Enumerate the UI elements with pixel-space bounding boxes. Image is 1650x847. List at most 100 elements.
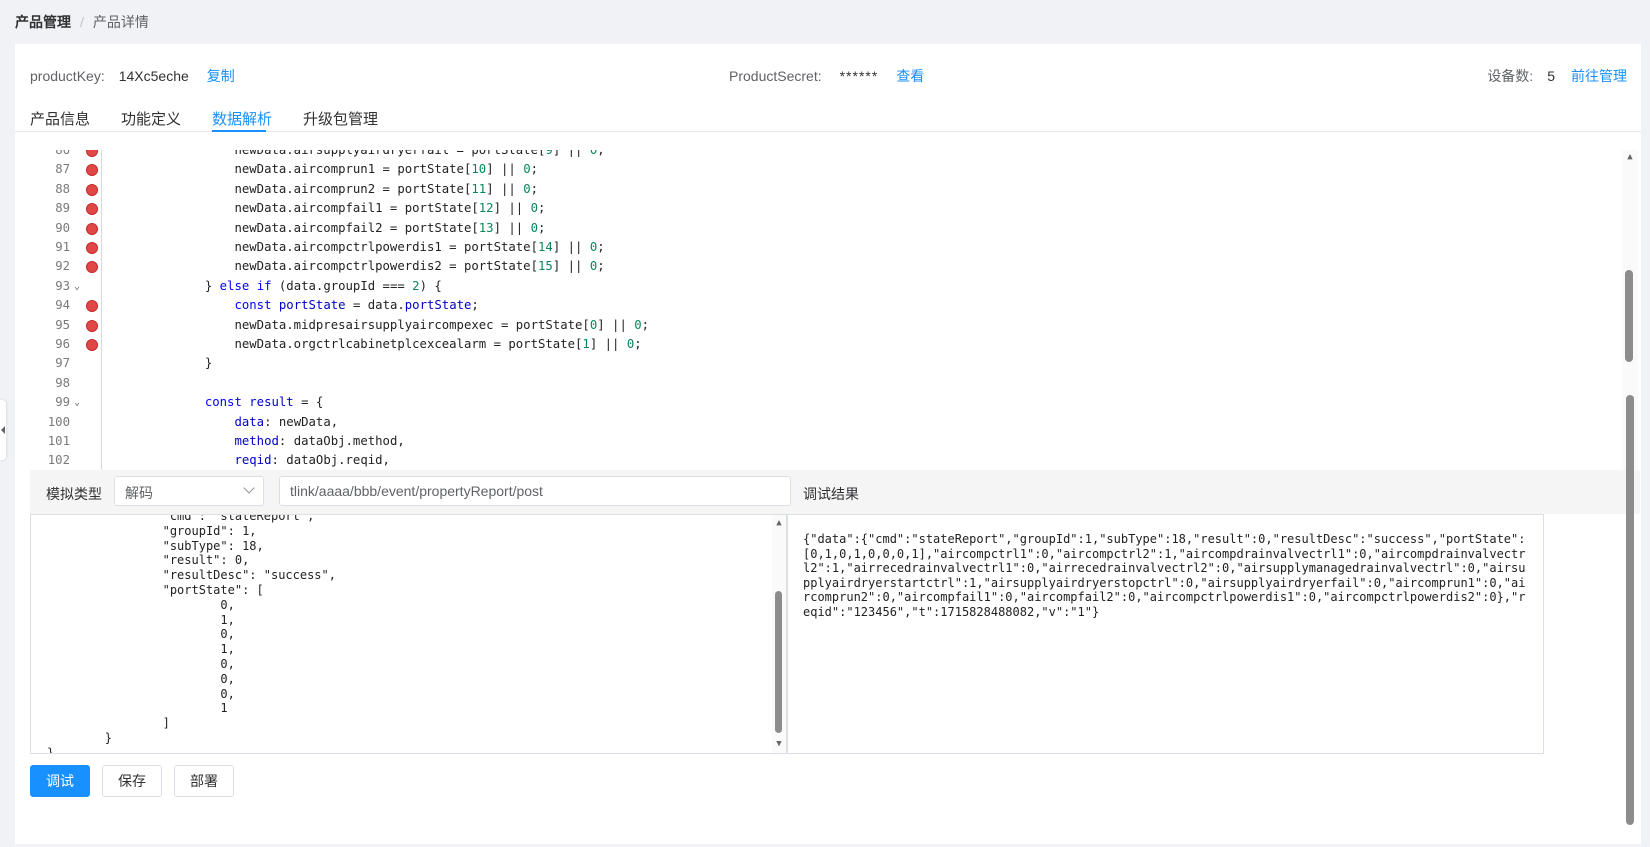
- tab-function-definition[interactable]: 功能定义: [121, 108, 181, 129]
- breadcrumb-current: 产品详情: [92, 14, 149, 30]
- product-key-group: productKey: 14Xc5eche 复制: [30, 66, 235, 86]
- payload-scroll-thumb[interactable]: [775, 591, 782, 733]
- code-text: newData.aircomprun2 = portState[11] || 0…: [116, 181, 539, 196]
- payload-editor-scrollbar[interactable]: ▲ ▼: [772, 515, 786, 753]
- code-line: 89 newData.aircompfail1 = portState[12] …: [30, 199, 1620, 218]
- payload-line: "portState": [: [47, 583, 264, 597]
- parse-script-editor[interactable]: 86 newData.airsupplyairdryerfail = portS…: [30, 150, 1640, 470]
- payload-line: "groupId": 1,: [47, 523, 257, 538]
- payload-line: 1: [47, 701, 228, 716]
- breakpoint-icon[interactable]: [86, 183, 98, 196]
- code-text: const result = {: [204, 395, 324, 410]
- scroll-up-icon[interactable]: ▲: [773, 518, 785, 528]
- scroll-down-icon[interactable]: ▼: [773, 739, 785, 749]
- sim-type-label: 模拟类型: [46, 486, 102, 502]
- line-number: 100: [47, 414, 70, 429]
- tab-product-info[interactable]: 产品信息: [30, 108, 90, 129]
- line-number: 99: [55, 395, 70, 410]
- sim-type-value: 解码: [125, 485, 153, 501]
- payload-line: }: [47, 731, 113, 745]
- code-text: reqid: dataObj.reqid,: [234, 453, 390, 468]
- code-text: newData.aircompfail2 = portState[13] || …: [116, 220, 546, 235]
- product-key-label: productKey:: [30, 68, 105, 84]
- breakpoint-icon[interactable]: [86, 150, 98, 157]
- scroll-up-icon[interactable]: ▲: [1624, 152, 1636, 162]
- debug-toolbar: 模拟类型 解码 调试结果: [30, 470, 1640, 514]
- code-text: }: [116, 356, 213, 371]
- sim-type-select[interactable]: 解码: [114, 476, 264, 506]
- breadcrumb: 产品管理 / 产品详情: [15, 12, 149, 32]
- code-text: newData.orgctrlcabinetplcexcealarm = por…: [116, 337, 642, 351]
- debug-result-output: {"data":{"cmd":"stateReport","groupId":1…: [787, 514, 1544, 754]
- product-secret-group: ProductSecret: ****** 查看: [729, 66, 924, 86]
- line-number: 95: [55, 317, 70, 332]
- breakpoint-icon[interactable]: [86, 222, 98, 235]
- payload-line: 0,: [47, 597, 235, 612]
- payload-line: 0,: [47, 686, 235, 701]
- code-text: newData.aircompfail1 = portState[12] || …: [116, 201, 546, 216]
- fold-chevron-icon[interactable]: ⌄: [74, 277, 80, 296]
- fold-chevron-icon[interactable]: ⌄: [74, 393, 80, 412]
- code-text: newData.midpresairsupplyaircompexec = po…: [116, 317, 650, 332]
- code-line: 91 newData.aircompctrlpowerdis1 = portSt…: [30, 238, 1620, 257]
- collapse-sidebar-handle[interactable]: [0, 400, 6, 460]
- view-secret-link[interactable]: 查看: [896, 66, 924, 86]
- simulated-payload-editor[interactable]: "cmd": "stateReport", "groupId": 1, "sub…: [30, 514, 787, 754]
- debug-result-label: 调试结果: [803, 486, 859, 502]
- breadcrumb-root[interactable]: 产品管理: [15, 12, 71, 32]
- code-line: 96 newData.orgctrlcabinetplcexcealarm = …: [30, 335, 1620, 354]
- tab-data-parsing[interactable]: 数据解析: [212, 108, 272, 129]
- tab-firmware-packages[interactable]: 升级包管理: [303, 108, 378, 129]
- topic-input[interactable]: [279, 476, 791, 506]
- line-number: 90: [55, 220, 70, 235]
- line-number: 94: [55, 298, 70, 313]
- debug-button[interactable]: 调试: [30, 765, 90, 797]
- payload-line: 0,: [47, 671, 235, 686]
- code-line: 87 newData.aircomprun1 = portState[10] |…: [30, 160, 1620, 179]
- device-count-value: 5: [1547, 68, 1555, 84]
- page-scrollbar-thumb[interactable]: [1626, 395, 1634, 825]
- payload-line: "subType": 18,: [47, 538, 264, 553]
- save-button[interactable]: 保存: [102, 765, 162, 797]
- code-line: 86 newData.airsupplyairdryerfail = portS…: [30, 150, 1620, 160]
- code-line: 94 const portState = data.portState;: [30, 296, 1620, 315]
- code-line: 93 ⌄ } else if (data.groupId === 2) {: [30, 277, 1620, 296]
- breakpoint-icon[interactable]: [86, 261, 98, 274]
- code-line: 92 newData.aircompctrlpowerdis2 = portSt…: [30, 257, 1620, 276]
- code-text: newData.aircompctrlpowerdis1 = portState…: [116, 240, 605, 254]
- breakpoint-icon[interactable]: [86, 319, 98, 332]
- breakpoint-icon[interactable]: [86, 300, 98, 313]
- code-text: data: newData,: [234, 414, 339, 429]
- code-line: 99 ⌄ const result = {: [30, 393, 1620, 412]
- code-scroll-thumb[interactable]: [1625, 270, 1633, 362]
- code-line: 95 newData.midpresairsupplyaircompexec =…: [30, 316, 1620, 335]
- line-number: 86: [55, 150, 70, 157]
- product-secret-value: ******: [839, 68, 879, 84]
- code-text: method: dataObj.method,: [234, 434, 405, 448]
- breakpoint-icon[interactable]: [86, 203, 98, 216]
- product-info-row: productKey: 14Xc5eche 复制 ProductSecret: …: [15, 66, 1641, 86]
- product-secret-label: ProductSecret:: [729, 68, 822, 84]
- copy-link[interactable]: 复制: [207, 66, 235, 86]
- code-line: 101 method: dataObj.method,: [30, 432, 1620, 451]
- code-line: 97 }: [30, 354, 1620, 373]
- deploy-button[interactable]: 部署: [174, 765, 234, 797]
- tab-bar: 产品信息 功能定义 数据解析 升级包管理: [15, 100, 1641, 132]
- payload-line: "cmd": "stateReport",: [47, 514, 315, 523]
- line-number: 93: [55, 278, 70, 293]
- device-count-group: 设备数: 5 前往管理: [1487, 66, 1627, 86]
- code-line: 98: [30, 374, 1620, 393]
- line-number: 101: [47, 434, 70, 448]
- payload-line: "resultDesc": "success",: [47, 568, 336, 583]
- action-buttons: 调试 保存 部署: [30, 765, 246, 797]
- line-number: 98: [55, 375, 70, 390]
- breakpoint-icon[interactable]: [86, 164, 98, 177]
- payload-line: 0,: [47, 657, 235, 671]
- code-line: 88 newData.aircomprun2 = portState[11] |…: [30, 180, 1620, 199]
- line-number: 89: [55, 201, 70, 216]
- code-text: } else if (data.groupId === 2) {: [116, 278, 442, 293]
- breakpoint-icon[interactable]: [86, 339, 98, 351]
- chevron-down-icon: [243, 482, 255, 494]
- breakpoint-icon[interactable]: [86, 242, 98, 254]
- go-manage-link[interactable]: 前往管理: [1571, 66, 1627, 86]
